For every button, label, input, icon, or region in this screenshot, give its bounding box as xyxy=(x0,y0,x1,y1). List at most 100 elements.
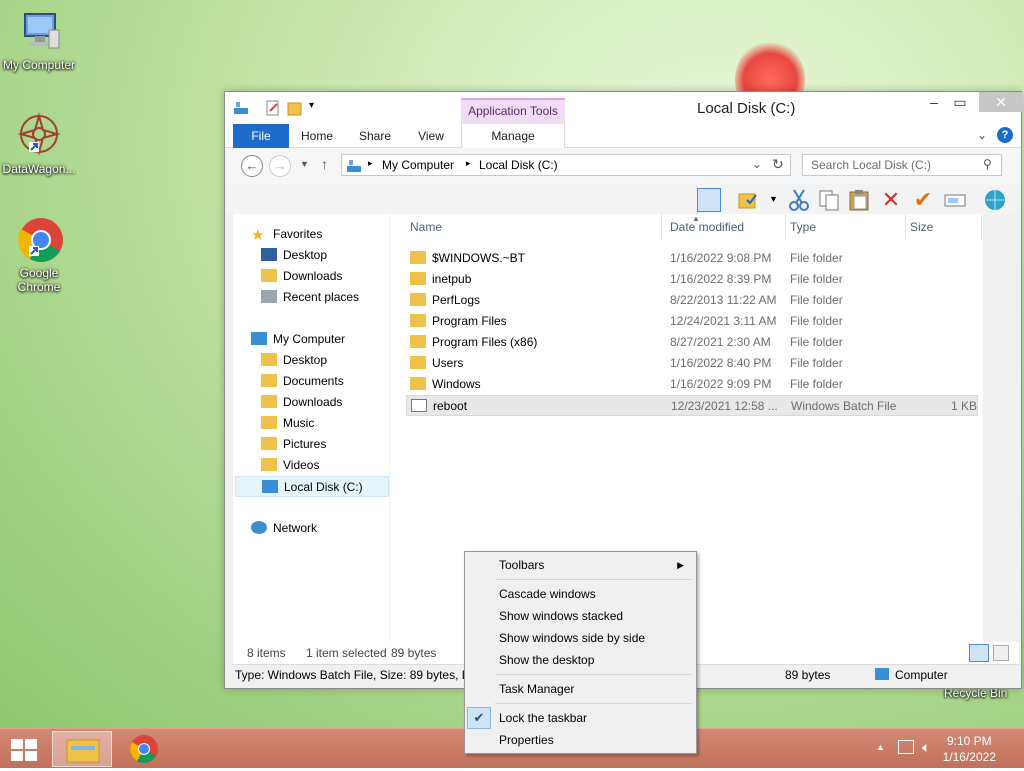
application-tools-label: Application Tools xyxy=(461,98,565,124)
preview-pane-icon[interactable] xyxy=(697,188,721,212)
refresh-icon[interactable]: ↻ xyxy=(772,156,784,173)
start-button[interactable] xyxy=(0,731,48,767)
nav-pictures[interactable]: Pictures xyxy=(261,434,326,455)
nav-my-computer[interactable]: My Computer xyxy=(251,329,345,350)
command-toolbar: ▼ ✕ ✔ xyxy=(225,184,1021,214)
copy-icon[interactable] xyxy=(817,188,841,212)
show-hidden-icons-icon[interactable]: ▲ xyxy=(876,742,885,752)
globe-icon[interactable] xyxy=(983,188,1007,212)
system-clock[interactable]: 9:10 PM 1/16/2022 xyxy=(943,733,996,765)
customize-qat-icon[interactable]: ▾ xyxy=(309,100,314,116)
file-row[interactable]: Users 1/16/2022 8:40 PM File folder xyxy=(406,353,978,374)
breadcrumb-chevron-icon[interactable]: ▸ xyxy=(466,158,471,169)
maximize-button[interactable]: ▭ xyxy=(947,92,973,112)
tab-share[interactable]: Share xyxy=(349,124,401,148)
menu-item-show-windows-stacked[interactable]: Show windows stacked xyxy=(467,605,694,627)
nav-downloads[interactable]: Downloads xyxy=(261,392,342,413)
folder-icon xyxy=(261,374,277,387)
checkmark-icon: ✔ xyxy=(467,707,491,729)
nav-documents[interactable]: Documents xyxy=(261,371,344,392)
taskbar-file-explorer[interactable] xyxy=(52,731,112,767)
forward-button[interactable]: → xyxy=(269,155,291,177)
breadcrumb-chevron-icon[interactable]: ▸ xyxy=(368,158,373,169)
large-icons-view-icon[interactable] xyxy=(993,645,1009,661)
menu-item-properties[interactable]: Properties xyxy=(467,729,694,751)
delete-icon[interactable]: ✕ xyxy=(879,188,903,212)
nav-videos[interactable]: Videos xyxy=(261,455,319,476)
column-header-name[interactable]: Name xyxy=(406,214,662,240)
back-button[interactable]: ← xyxy=(241,155,263,177)
desktop-icon-label: DataWagon... xyxy=(2,162,76,176)
search-input[interactable]: Search Local Disk (C:) xyxy=(802,154,1002,176)
desktop-icon-datawagon[interactable]: DataWagon... xyxy=(0,112,78,176)
file-row[interactable]: Windows 1/16/2022 9:09 PM File folder xyxy=(406,374,978,395)
file-row[interactable]: Program Files (x86) 8/27/2021 2:30 AM Fi… xyxy=(406,332,978,353)
breadcrumb-local-disk[interactable]: Local Disk (C:) xyxy=(479,158,558,172)
menu-item-toolbars[interactable]: Toolbars ▶ xyxy=(467,554,694,576)
desktop-icon-my-computer[interactable]: My Computer xyxy=(0,8,78,72)
nav-fav-desktop[interactable]: Desktop xyxy=(261,245,327,266)
paste-icon[interactable] xyxy=(847,188,871,212)
help-icon[interactable]: ? xyxy=(997,127,1013,143)
menu-item-show-side-by-side[interactable]: Show windows side by side xyxy=(467,627,694,649)
dropdown-icon[interactable]: ▼ xyxy=(769,194,778,204)
menu-item-task-manager[interactable]: Task Manager xyxy=(467,678,694,700)
tab-view[interactable]: View xyxy=(407,124,455,148)
nav-music[interactable]: Music xyxy=(261,413,314,434)
column-header-type[interactable]: Type xyxy=(786,214,906,240)
tab-home[interactable]: Home xyxy=(293,124,341,148)
tab-file[interactable]: File xyxy=(233,124,289,148)
desktop-icon-google-chrome[interactable]: Google Chrome xyxy=(0,216,78,294)
nav-fav-downloads[interactable]: Downloads xyxy=(261,266,342,287)
details-size: 89 bytes xyxy=(785,668,831,682)
menu-item-show-desktop[interactable]: Show the desktop xyxy=(467,649,694,671)
search-icon[interactable]: ⚲ xyxy=(983,157,992,171)
new-folder-icon[interactable] xyxy=(287,100,303,116)
file-row[interactable]: Program Files 12/24/2021 3:11 AM File fo… xyxy=(406,311,978,332)
title-bar[interactable]: ▾ Application Tools Local Disk (C:) – ▭ … xyxy=(225,92,1023,124)
menu-item-lock-taskbar[interactable]: ✔ Lock the taskbar xyxy=(467,707,694,729)
recent-locations-icon[interactable]: ▼ xyxy=(300,159,309,169)
file-row[interactable]: PerfLogs 8/22/2013 11:22 AM File folder xyxy=(406,290,978,311)
chrome-icon xyxy=(130,735,158,763)
drive-icon[interactable] xyxy=(233,100,249,116)
folder-icon xyxy=(410,335,426,348)
close-button[interactable]: ✕ xyxy=(979,92,1023,112)
checkmark-icon[interactable]: ✔ xyxy=(911,188,935,212)
column-header-date[interactable]: Date modified xyxy=(666,214,786,240)
breadcrumb-my-computer[interactable]: My Computer xyxy=(382,158,454,172)
volume-muted-icon[interactable]: 🔈︎ xyxy=(922,739,930,756)
up-button[interactable]: ↑ xyxy=(321,156,328,172)
cut-icon[interactable] xyxy=(787,188,811,212)
rename-icon[interactable] xyxy=(943,188,967,212)
taskbar-chrome[interactable] xyxy=(114,731,174,767)
nav-local-disk[interactable]: Local Disk (C:) xyxy=(235,476,389,497)
properties-icon[interactable] xyxy=(265,100,281,116)
nav-favorites[interactable]: ★ Favorites xyxy=(251,224,322,245)
chrome-icon xyxy=(15,216,63,264)
nav-network[interactable]: Network xyxy=(251,518,317,539)
expand-ribbon-icon[interactable]: ⌄ xyxy=(977,128,987,142)
item-count: 8 items xyxy=(247,646,286,660)
details-view-icon[interactable] xyxy=(969,644,989,662)
tab-manage[interactable]: Manage xyxy=(461,124,565,148)
menu-item-cascade-windows[interactable]: Cascade windows xyxy=(467,583,694,605)
selected-size: 89 bytes xyxy=(391,646,437,660)
batch-file-icon xyxy=(411,399,427,412)
file-row-selected[interactable]: reboot 12/23/2021 12:58 ... Windows Batc… xyxy=(406,395,978,416)
folder-icon xyxy=(261,416,277,429)
network-status-icon[interactable] xyxy=(898,740,914,754)
minimize-button[interactable]: – xyxy=(921,92,947,112)
file-row[interactable]: $WINDOWS.~BT 1/16/2022 9:08 PM File fold… xyxy=(406,248,978,269)
address-dropdown-icon[interactable]: ⌄ xyxy=(752,157,762,171)
star-icon: ★ xyxy=(251,227,265,244)
file-row[interactable]: inetpub 1/16/2022 8:39 PM File folder xyxy=(406,269,978,290)
address-bar[interactable]: ▸ My Computer ▸ Local Disk (C:) ⌄ ↻ xyxy=(341,154,791,176)
nav-desktop[interactable]: Desktop xyxy=(261,350,327,371)
network-icon xyxy=(251,521,267,534)
nav-fav-recent-places[interactable]: Recent places xyxy=(261,287,359,308)
column-header-size[interactable]: Size xyxy=(906,214,982,240)
folder-options-icon[interactable] xyxy=(737,188,761,212)
selected-count: 1 item selected xyxy=(306,646,387,660)
drive-icon xyxy=(347,160,361,172)
